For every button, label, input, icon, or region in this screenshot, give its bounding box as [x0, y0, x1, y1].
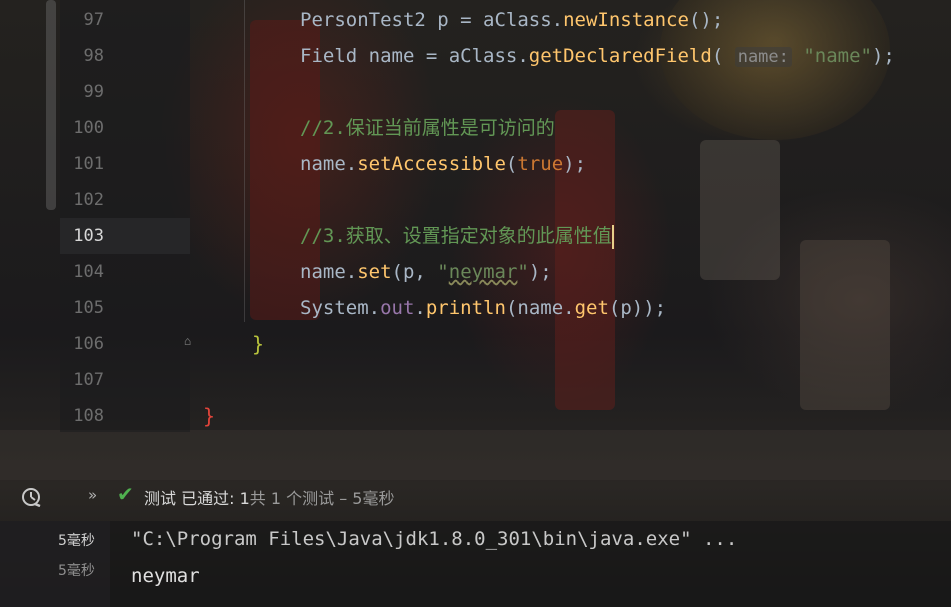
code-token: (p, — [391, 261, 438, 283]
method-token: getDeclaredField — [528, 45, 712, 67]
code-line-103[interactable]: 103 //3.获取、设置指定对象的此属性值 — [0, 218, 951, 254]
code-line-104[interactable]: 104 name.set(p, "neymar"); — [0, 254, 951, 290]
line-number: 99 — [83, 82, 104, 102]
code-line-108[interactable]: 108 } — [0, 398, 951, 434]
code-line-102[interactable]: 102 — [0, 182, 951, 218]
code-token: name. — [300, 153, 358, 175]
expand-chevron-icon[interactable]: » — [88, 486, 97, 504]
code-token: ( — [711, 45, 735, 67]
code-line-107[interactable]: 107 — [0, 362, 951, 398]
test-passed: 已通过: 1 — [181, 489, 250, 508]
code-line-99[interactable]: 99 — [0, 74, 951, 110]
line-number: 104 — [73, 262, 104, 282]
code-text[interactable]: //3.获取、设置指定对象的此属性值 — [300, 218, 614, 254]
code-token: System. — [300, 297, 381, 319]
code-token: ); — [563, 153, 587, 175]
method-token: newInstance — [563, 9, 689, 31]
test-label: 测试 — [144, 489, 177, 508]
string-token: " — [437, 261, 449, 283]
timing-label: 5毫秒 — [58, 533, 95, 549]
field-token: out — [380, 297, 415, 319]
code-token: (p)); — [608, 297, 667, 319]
check-icon: ✔ — [117, 482, 134, 506]
code-editor[interactable]: 97 PersonTest2 p = aClass.newInstance();… — [0, 0, 951, 432]
code-line-98[interactable]: 98 Field name = aClass.getDeclaredField(… — [0, 38, 951, 74]
test-results-bar: » ✔ 测试 已通过: 1共 1 个测试 – 5毫秒 — [0, 475, 951, 519]
line-number: 97 — [83, 10, 104, 30]
code-line-105[interactable]: 105 System.out.println(name.get(p)); — [0, 290, 951, 326]
code-text[interactable]: name.set(p, "neymar"); — [300, 254, 552, 290]
code-token: (); — [688, 9, 724, 31]
code-token: PersonTest2 p = aClass. — [300, 9, 564, 31]
code-token: (name. — [505, 297, 575, 319]
text-caret — [611, 224, 614, 249]
stopwatch-icon[interactable] — [20, 485, 42, 508]
line-number: 106 — [73, 334, 104, 354]
code-text[interactable]: PersonTest2 p = aClass.newInstance(); — [300, 2, 723, 38]
code-line-101[interactable]: 101 name.setAccessible(true); — [0, 146, 951, 182]
line-number: 108 — [73, 406, 104, 426]
closing-brace: } — [203, 404, 216, 428]
line-number: 105 — [73, 298, 104, 318]
keyword-token: true — [517, 153, 564, 175]
line-number: 98 — [83, 46, 104, 66]
method-token: get — [574, 297, 609, 319]
parameter-hint: name: — [734, 47, 792, 67]
code-line-97[interactable]: 97 PersonTest2 p = aClass.newInstance(); — [0, 2, 951, 38]
line-number: 103 — [73, 226, 104, 246]
fold-icon[interactable]: ⌂ — [184, 335, 196, 347]
line-number: 101 — [73, 154, 104, 174]
code-token: ); — [528, 261, 552, 283]
code-token: ( — [505, 153, 518, 175]
method-token: println — [425, 297, 506, 319]
line-number: 100 — [73, 118, 104, 138]
code-token: ); — [871, 45, 895, 67]
timing-label: 5毫秒 — [58, 563, 95, 579]
code-token: Field name = aClass. — [300, 45, 529, 67]
code-text[interactable]: System.out.println(name.get(p)); — [300, 290, 666, 326]
code-text[interactable]: Field name = aClass.getDeclaredField( na… — [300, 38, 895, 75]
code-token: name. — [300, 261, 358, 283]
line-number: 107 — [73, 370, 104, 390]
line-number: 102 — [73, 190, 104, 210]
closing-brace: } — [252, 332, 265, 356]
code-token: . — [414, 297, 426, 319]
test-summary: 共 1 个测试 – 5毫秒 — [249, 489, 395, 508]
test-status: 测试 已通过: 1共 1 个测试 – 5毫秒 — [144, 485, 395, 509]
background-sign — [0, 430, 951, 480]
code-line-106[interactable]: 106 } — [0, 326, 951, 362]
method-token: set — [357, 261, 392, 283]
code-text[interactable]: name.setAccessible(true); — [300, 146, 586, 182]
comment-text: //3.获取、设置指定对象的此属性值 — [300, 225, 612, 247]
string-token-typo: neymar — [448, 261, 518, 283]
string-token: " — [517, 261, 529, 283]
string-token: "name" — [803, 45, 872, 67]
comment-text[interactable]: //2.保证当前属性是可访问的 — [300, 110, 555, 146]
console-output-line: neymar — [131, 565, 200, 587]
run-console[interactable]: 5毫秒 5毫秒 "C:\Program Files\Java\jdk1.8.0_… — [0, 521, 951, 607]
code-line-100[interactable]: 100 //2.保证当前属性是可访问的 — [0, 110, 951, 146]
console-command-line: "C:\Program Files\Java\jdk1.8.0_301\bin\… — [131, 528, 738, 550]
method-token: setAccessible — [357, 153, 506, 175]
